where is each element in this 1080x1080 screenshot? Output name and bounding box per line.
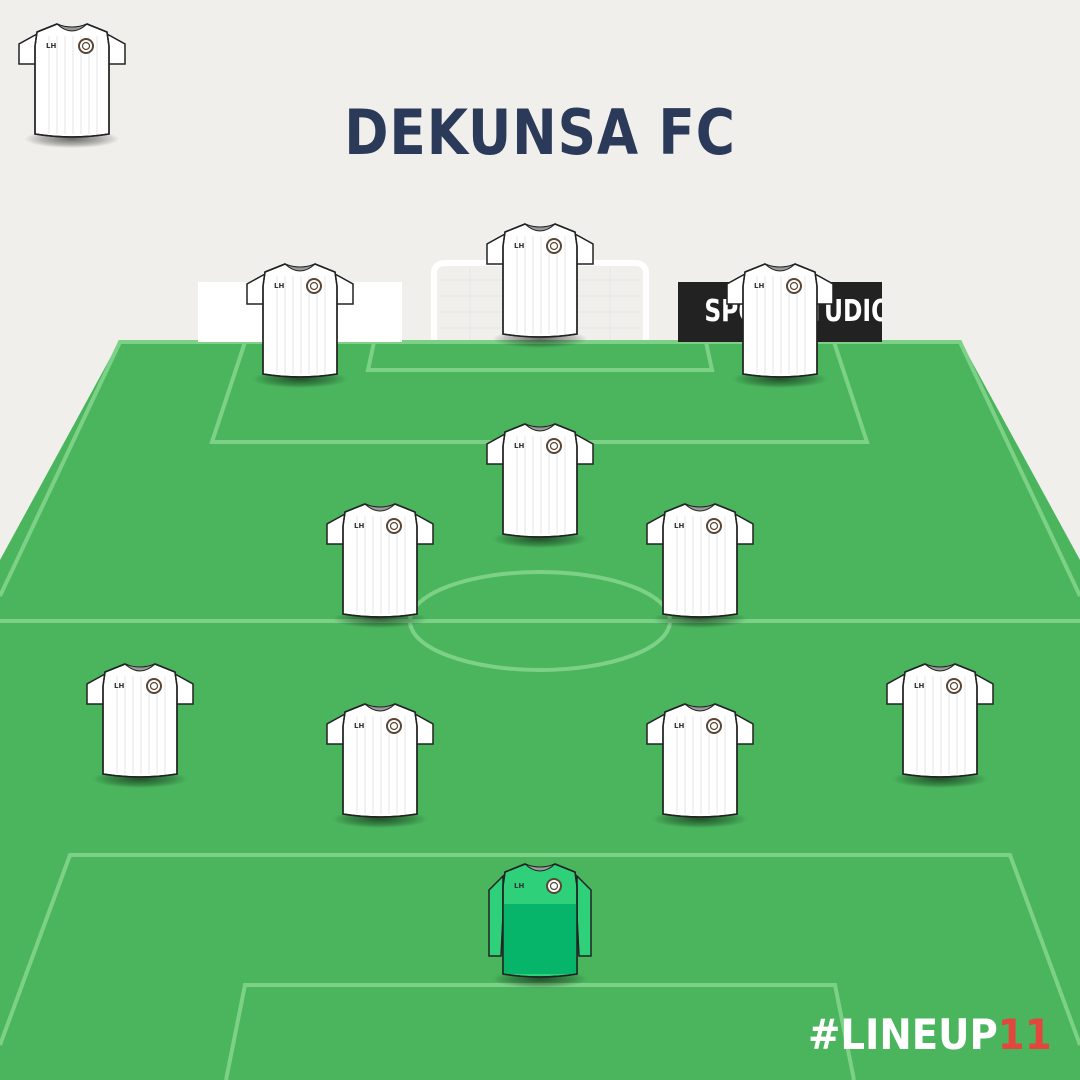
jersey-sponsor-text: LH — [754, 282, 765, 290]
player-jersey-right-back: LH — [885, 656, 995, 788]
jersey-sponsor-text: LH — [274, 282, 285, 290]
team-name: DEKUNSA FC — [344, 96, 736, 169]
player-jersey-right-central-midfielder: LH — [645, 496, 755, 628]
hashtag-accent: 11 — [997, 1010, 1052, 1059]
player-jersey-attacking-midfielder: LH — [485, 416, 595, 548]
jersey-sponsor-text: LH — [46, 42, 57, 50]
player-jersey-goalkeeper: LH — [485, 856, 595, 988]
player-jersey-bench-kit: LH — [17, 16, 127, 148]
player-jersey-striker: LH — [485, 216, 595, 348]
jersey-sponsor-text: LH — [514, 442, 525, 450]
jersey-sponsor-text: LH — [514, 882, 525, 890]
player-jersey-left-centre-back: LH — [325, 696, 435, 828]
player-jersey-right-forward: LH — [725, 256, 835, 388]
jersey-sponsor-text: LH — [514, 242, 525, 250]
jersey-sponsor-text: LH — [114, 682, 125, 690]
jersey-sponsor-text: LH — [354, 522, 365, 530]
jersey-sponsor-text: LH — [914, 682, 925, 690]
player-jersey-left-back: LH — [85, 656, 195, 788]
jersey-sponsor-text: LH — [674, 522, 685, 530]
hashtag-main: #LINEUP — [808, 1010, 998, 1059]
hashtag: #LINEUP11 — [808, 1010, 1052, 1059]
player-jersey-right-centre-back: LH — [645, 696, 755, 828]
jersey-sponsor-text: LH — [354, 722, 365, 730]
player-jersey-left-forward: LH — [245, 256, 355, 388]
jersey-sponsor-text: LH — [674, 722, 685, 730]
player-jersey-left-central-midfielder: LH — [325, 496, 435, 628]
lineup-graphic: SPORTSTUDIO DEKUNSA FC LH LH LH — [0, 0, 1080, 1080]
